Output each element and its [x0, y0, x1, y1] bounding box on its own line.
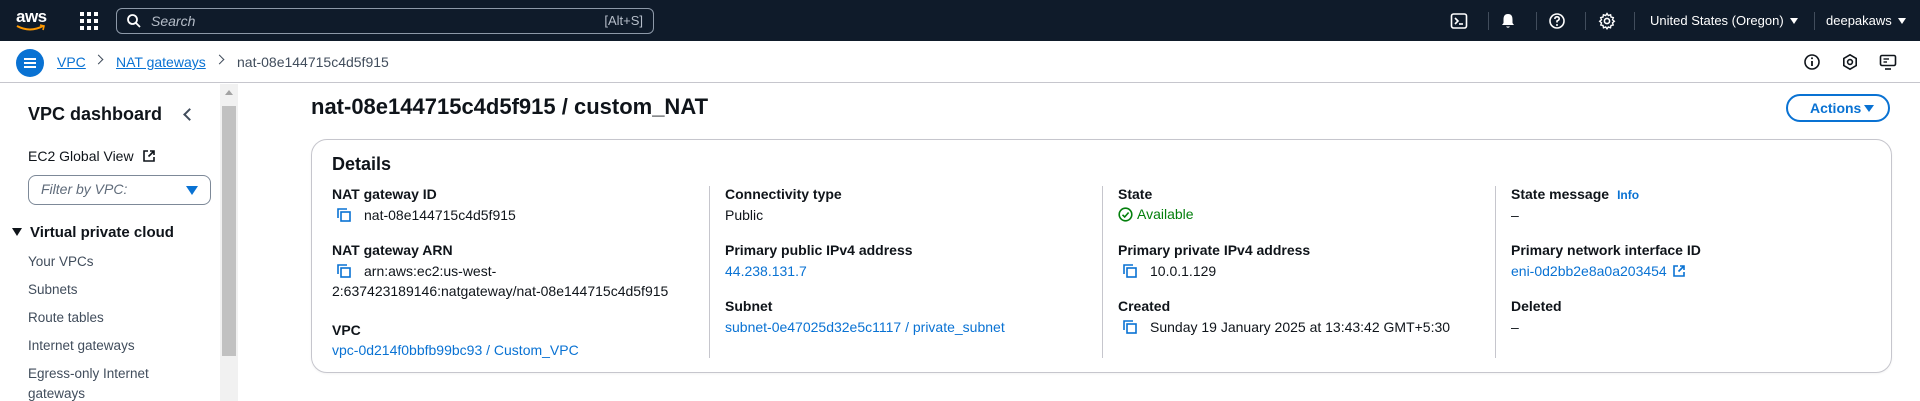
primary-network-interface-label: Primary network interface ID — [1511, 242, 1701, 258]
aws-logo[interactable]: aws — [16, 8, 50, 34]
state-message-value: – — [1511, 207, 1519, 223]
nat-gateway-arn-value-line1: arn:aws:ec2:us-west- — [364, 263, 497, 279]
info-link[interactable]: Info — [1617, 188, 1639, 202]
aws-smile-icon — [16, 24, 45, 31]
user-label: deepakaws — [1826, 13, 1892, 28]
column-divider — [1495, 186, 1496, 358]
search-bar[interactable]: [Alt+S] — [116, 8, 654, 34]
copy-icon[interactable] — [336, 263, 352, 279]
vpc-filter-select[interactable] — [28, 175, 211, 205]
external-link-icon — [143, 150, 156, 162]
feedback-icon[interactable] — [1879, 53, 1897, 71]
sidebar-title: VPC dashboard — [28, 104, 163, 124]
cloudshell-icon[interactable] — [1450, 12, 1468, 30]
breadcrumb-vpc[interactable]: VPC — [57, 54, 86, 70]
caret-down-icon — [186, 186, 198, 195]
column-divider — [1102, 186, 1103, 358]
nav-divider — [1634, 12, 1635, 30]
deleted-label: Deleted — [1511, 298, 1562, 314]
actions-label: Actions — [1810, 100, 1862, 116]
primary-public-ipv4-link[interactable]: 44.238.131.7 — [725, 263, 807, 279]
sidebar-item-label: EC2 Global View — [28, 148, 134, 164]
created-value: Sunday 19 January 2025 at 13:43:42 GMT+5… — [1150, 319, 1451, 335]
sidebar-section-label: Virtual private cloud — [30, 224, 174, 241]
top-navigation: aws [Alt+S] United States (Oregon) deepa… — [0, 0, 1920, 41]
search-shortcut-hint: [Alt+S] — [604, 13, 643, 28]
vpc-link[interactable]: vpc-0d214f0bbfb99bc93 / Custom_VPC — [332, 342, 579, 358]
created-label: Created — [1118, 298, 1171, 314]
caret-down-icon — [1789, 18, 1798, 24]
breadcrumb-current: nat-08e144715c4d5f915 — [237, 54, 389, 70]
state-message-label: State message Info — [1511, 186, 1639, 202]
sidebar-item-ec2-global-view[interactable]: EC2 Global View — [28, 148, 156, 164]
scroll-up-arrow-icon[interactable] — [225, 90, 233, 95]
sidebar-item-egress-only-internet-gateways-line2[interactable]: gateways — [28, 386, 85, 401]
caret-down-icon — [1897, 18, 1906, 24]
subnet-label: Subnet — [725, 298, 773, 314]
caret-down-icon — [1864, 105, 1874, 112]
primary-private-ipv4-label: Primary private IPv4 address — [1118, 242, 1311, 258]
breadcrumb-bar: VPC NAT gateways nat-08e144715c4d5f915 — [0, 41, 1920, 83]
page-title: nat-08e144715c4d5f915 / custom_NAT — [311, 94, 709, 119]
copy-icon[interactable] — [336, 207, 352, 223]
nav-divider — [1814, 12, 1815, 30]
search-input[interactable] — [151, 11, 531, 31]
scrollbar-thumb[interactable] — [222, 106, 236, 356]
state-value: Available — [1137, 206, 1194, 222]
sidebar-section-virtual-private-cloud[interactable]: Virtual private cloud — [12, 224, 174, 241]
vpc-label: VPC — [332, 322, 361, 338]
column-divider — [709, 186, 710, 358]
region-selector[interactable]: United States (Oregon) — [1650, 13, 1798, 28]
chevron-right-icon — [93, 54, 104, 65]
nav-divider — [1536, 12, 1537, 30]
sidebar-item-subnets[interactable]: Subnets — [28, 282, 78, 297]
aws-logo-text: aws — [16, 7, 47, 26]
user-menu[interactable]: deepakaws — [1826, 13, 1906, 28]
eni-value: eni-0d2bb2e8a0a203454 — [1511, 263, 1667, 279]
services-grid-icon[interactable] — [80, 12, 98, 30]
sidebar-scrollbar[interactable] — [220, 84, 238, 401]
caret-down-icon — [12, 228, 22, 236]
collapse-sidebar-icon[interactable] — [183, 108, 196, 121]
gear-icon[interactable] — [1598, 12, 1616, 30]
nav-divider — [1488, 12, 1489, 30]
copy-icon[interactable] — [1122, 263, 1138, 279]
state-message-label-text: State message — [1511, 186, 1610, 202]
copy-icon[interactable] — [1122, 319, 1138, 335]
menu-button[interactable] — [16, 49, 44, 77]
deleted-value: – — [1511, 319, 1519, 335]
nat-gateway-arn-label: NAT gateway ARN — [332, 242, 453, 258]
state-label: State — [1118, 186, 1153, 202]
details-panel: Details NAT gateway ID nat-08e144715c4d5… — [311, 139, 1892, 373]
nat-gateway-id-value: nat-08e144715c4d5f915 — [364, 207, 516, 223]
help-icon[interactable] — [1548, 12, 1566, 30]
primary-private-ipv4-value: 10.0.1.129 — [1150, 263, 1217, 279]
sidebar: VPC dashboard EC2 Global View Virtual pr… — [0, 84, 238, 401]
breadcrumb-nat-gateways[interactable]: NAT gateways — [116, 54, 206, 70]
nav-divider — [1585, 12, 1586, 30]
connectivity-type-label: Connectivity type — [725, 186, 842, 202]
details-title: Details — [332, 154, 392, 174]
success-check-icon — [1118, 207, 1133, 222]
sidebar-item-your-vpcs[interactable]: Your VPCs — [28, 254, 94, 269]
sidebar-item-route-tables[interactable]: Route tables — [28, 310, 104, 325]
chevron-right-icon — [214, 54, 225, 65]
sidebar-item-internet-gateways[interactable]: Internet gateways — [28, 338, 135, 353]
nat-gateway-id-label: NAT gateway ID — [332, 186, 437, 202]
vpc-filter-input[interactable] — [41, 181, 171, 197]
state-status: Available — [1118, 206, 1194, 222]
primary-network-interface-link[interactable]: eni-0d2bb2e8a0a203454 — [1511, 263, 1686, 279]
primary-public-ipv4-label: Primary public IPv4 address — [725, 242, 913, 258]
info-icon[interactable] — [1803, 53, 1821, 71]
bell-icon[interactable] — [1499, 12, 1517, 30]
settings-hex-icon[interactable] — [1841, 53, 1859, 71]
sidebar-item-egress-only-internet-gateways[interactable]: Egress-only Internet — [28, 366, 149, 381]
external-link-icon — [1672, 265, 1685, 277]
region-label: United States (Oregon) — [1650, 13, 1784, 28]
connectivity-type-value: Public — [725, 207, 764, 223]
subnet-link[interactable]: subnet-0e47025d32e5c1117 / private_subne… — [725, 319, 1005, 335]
actions-button[interactable]: Actions — [1786, 94, 1890, 122]
search-icon — [127, 14, 141, 28]
nat-gateway-arn-value-line2: 2:637423189146:natgateway/nat-08e144715c… — [332, 283, 669, 299]
